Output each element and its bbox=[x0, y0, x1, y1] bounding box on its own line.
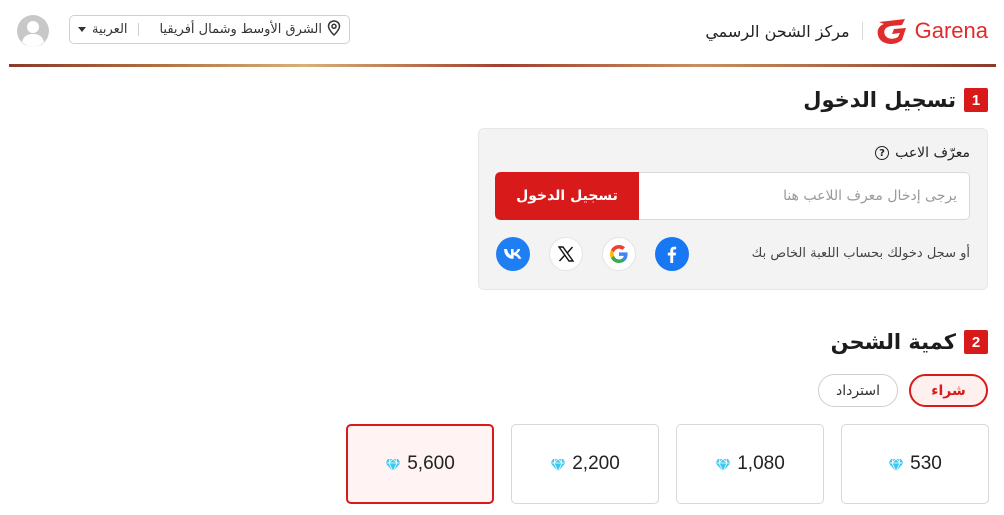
amount-value: 5,600 bbox=[407, 453, 455, 474]
amount-option[interactable]: 2,200 bbox=[511, 424, 659, 504]
player-id-input[interactable] bbox=[639, 172, 970, 220]
amount-option-selected[interactable]: 5,600 bbox=[346, 424, 494, 504]
tab-redeem[interactable]: استرداد bbox=[818, 374, 898, 407]
amount-section-header: 2 كمية الشحن bbox=[831, 330, 988, 354]
login-section-header: 1 تسجيل الدخول bbox=[803, 88, 988, 112]
page-header-title: مركز الشحن الرسمي bbox=[705, 21, 850, 41]
player-id-input-row: تسجيل الدخول bbox=[495, 172, 970, 220]
user-avatar-icon[interactable] bbox=[16, 14, 50, 48]
diamond-icon bbox=[550, 457, 566, 473]
login-button[interactable]: تسجيل الدخول bbox=[495, 172, 639, 220]
player-id-label-text: معرّف الاعب bbox=[895, 145, 970, 161]
caret-down-icon bbox=[78, 27, 86, 32]
diamond-icon bbox=[385, 457, 401, 473]
step-badge: 2 bbox=[964, 330, 988, 354]
step-badge: 1 bbox=[964, 88, 988, 112]
google-icon[interactable] bbox=[602, 237, 636, 271]
player-id-label: معرّف الاعب ? bbox=[875, 145, 970, 161]
amount-section-title: كمية الشحن bbox=[830, 330, 956, 354]
region-language-selector[interactable]: العربية الشرق الأوسط وشمال أفريقيا bbox=[69, 15, 350, 44]
language-label: العربية bbox=[92, 22, 128, 37]
header-divider bbox=[861, 22, 863, 40]
tab-buy[interactable]: شراء bbox=[909, 374, 988, 407]
diamond-icon bbox=[888, 457, 904, 473]
header-banner-strip bbox=[9, 64, 996, 67]
amount-option[interactable]: 1,080 bbox=[676, 424, 824, 504]
login-section-title: تسجيل الدخول bbox=[803, 88, 956, 112]
location-pin-icon bbox=[327, 19, 341, 40]
facebook-icon[interactable] bbox=[655, 237, 689, 271]
x-icon[interactable] bbox=[549, 237, 583, 271]
help-icon[interactable]: ? bbox=[875, 146, 890, 160]
garena-logo-text[interactable]: Garena bbox=[915, 18, 988, 44]
amount-value: 2,200 bbox=[572, 453, 620, 474]
amount-value: 530 bbox=[910, 453, 942, 474]
amount-value: 1,080 bbox=[737, 453, 785, 474]
selector-divider bbox=[137, 23, 139, 36]
social-login-prompt: أو سجل دخولك بحساب اللعبة الخاص بك bbox=[751, 246, 970, 261]
diamond-icon bbox=[715, 457, 731, 473]
amount-option[interactable]: 530 bbox=[841, 424, 989, 504]
brand-area: مركز الشحن الرسمي Garena bbox=[705, 14, 988, 48]
login-card: معرّف الاعب ? تسجيل الدخول أو سجل دخولك … bbox=[478, 128, 988, 290]
garena-logo-icon[interactable] bbox=[875, 16, 909, 46]
region-label: الشرق الأوسط وشمال أفريقيا bbox=[159, 22, 322, 37]
vk-icon[interactable] bbox=[496, 237, 530, 271]
